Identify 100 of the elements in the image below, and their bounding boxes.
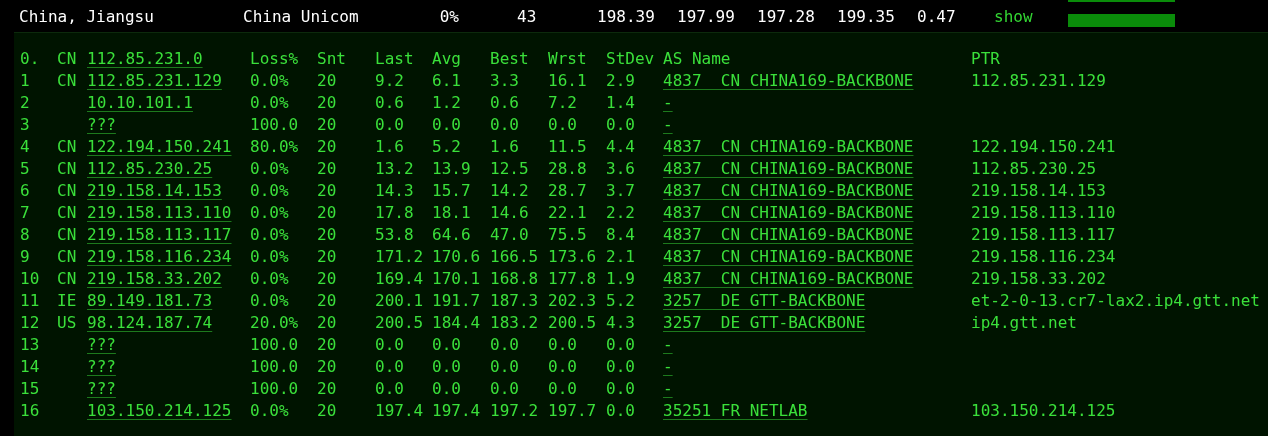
- table-cell-text: 0.0: [432, 356, 462, 376]
- table-cell-text: 197.4: [375, 400, 425, 420]
- loss-text: 0%: [439, 6, 460, 26]
- host-link[interactable]: 219.158.113.117: [87, 224, 232, 244]
- host-link[interactable]: ???: [87, 334, 116, 354]
- host-link[interactable]: 219.158.33.202: [87, 268, 222, 288]
- as-name-link[interactable]: 3257 DE GTT-BACKBONE: [663, 312, 866, 332]
- column-header: PTR: [971, 48, 1001, 68]
- host-link[interactable]: 219.158.14.153: [87, 180, 222, 200]
- table-cell-text: 18.1: [432, 202, 472, 222]
- as-name-link[interactable]: -: [663, 356, 673, 376]
- table-cell-text: 16.1: [548, 70, 588, 90]
- as-name-link[interactable]: 4837 CN CHINA169-BACKBONE: [663, 158, 914, 178]
- hop-index: 5: [20, 158, 31, 178]
- table-cell-text: 191.7: [432, 290, 482, 310]
- as-name-link[interactable]: 4837 CN CHINA169-BACKBONE: [663, 136, 914, 156]
- host-link[interactable]: 89.149.181.73: [87, 290, 213, 310]
- latency-value: 197.28: [757, 6, 816, 26]
- table-cell-text: 5.2: [606, 290, 636, 310]
- table-cell-text: 47.0: [490, 224, 530, 244]
- show-link[interactable]: show: [994, 6, 1068, 26]
- ptr-text: 112.85.230.25: [971, 158, 1097, 178]
- table-cell-text: 0.0%: [250, 290, 290, 310]
- as-name-link[interactable]: -: [663, 114, 673, 134]
- ptr-text: 219.158.113.117: [971, 224, 1116, 244]
- as-name-link[interactable]: -: [663, 378, 673, 398]
- as-name-link[interactable]: 4837 CN CHINA169-BACKBONE: [663, 224, 914, 244]
- country-code: CN: [57, 48, 78, 68]
- table-cell-text: 20: [317, 224, 338, 244]
- table-cell-text: 0.0: [490, 334, 520, 354]
- as-name-link[interactable]: 4837 CN CHINA169-BACKBONE: [663, 246, 914, 266]
- ptr-text: 219.158.14.153: [971, 180, 1106, 200]
- as-name-link[interactable]: 3257 DE GTT-BACKBONE: [663, 290, 866, 310]
- country-code: CN: [57, 70, 77, 90]
- host-link[interactable]: 103.150.214.125: [87, 400, 232, 420]
- table-cell-text: 0.0%: [250, 224, 290, 244]
- table-cell-text: 0.0%: [250, 158, 290, 178]
- table-cell-text: 3.7: [606, 180, 636, 200]
- as-name-link[interactable]: 4837 CN CHINA169-BACKBONE: [663, 180, 914, 200]
- ptr-text: 219.158.113.110: [971, 202, 1116, 222]
- hop-index: 13: [20, 334, 41, 354]
- hop-index: 9: [20, 246, 31, 266]
- table-cell-text: 177.8: [548, 268, 598, 288]
- table-cell-text: 0.0: [548, 356, 578, 376]
- table-cell-text: 0.0: [606, 356, 636, 376]
- table-cell-text: 7.2: [548, 92, 578, 112]
- table-cell-text: 200.5: [548, 312, 598, 332]
- hop-index: 16: [20, 400, 41, 420]
- table-cell-text: 100.0: [250, 114, 300, 134]
- column-header: AS Name: [663, 48, 732, 68]
- ptr-text: 112.85.231.129: [971, 70, 1106, 90]
- table-cell-text: 6.1: [432, 70, 462, 90]
- table-cell-text: 170.1: [432, 268, 482, 288]
- sent-count: 43: [517, 6, 538, 26]
- table-cell-text: 1.2: [432, 92, 462, 112]
- host-link[interactable]: 10.10.101.1: [87, 92, 193, 112]
- as-name-link[interactable]: 35251 FR NETLAB: [663, 400, 808, 420]
- host-link[interactable]: 112.85.231.0: [87, 48, 250, 68]
- latency-value: 197.99: [677, 6, 736, 26]
- latency-value: 199.35: [837, 6, 896, 26]
- table-cell-text: 0.0%: [250, 268, 290, 288]
- table-cell-text: 28.8: [548, 158, 588, 178]
- table-cell-text: 20: [317, 70, 338, 90]
- as-name-link[interactable]: -: [663, 92, 673, 112]
- table-cell-text: 20.0%: [250, 312, 300, 332]
- table-cell-text: 12.5: [490, 158, 530, 178]
- table-cell-text: 20: [317, 400, 338, 420]
- ptr-text: 103.150.214.125: [971, 400, 1116, 420]
- host-link[interactable]: 112.85.231.129: [87, 70, 222, 90]
- table-cell-text: 0.0: [548, 114, 578, 134]
- table-cell-text: 197.7: [548, 400, 598, 420]
- host-link[interactable]: 112.85.230.25: [87, 158, 213, 178]
- column-header: Best: [490, 48, 530, 68]
- table-cell-text: 53.8: [375, 224, 415, 244]
- table-cell-text: 0.0%: [250, 202, 290, 222]
- host-link[interactable]: ???: [87, 356, 116, 376]
- host-link[interactable]: ???: [87, 378, 116, 398]
- table-cell-text: 166.5: [490, 246, 540, 266]
- host-link[interactable]: 219.158.116.234: [87, 246, 232, 266]
- as-name-link[interactable]: 4837 CN CHINA169-BACKBONE: [663, 202, 914, 222]
- as-name-link[interactable]: -: [663, 334, 673, 354]
- host-link[interactable]: ???: [87, 114, 116, 134]
- table-cell-text: 14.2: [490, 180, 530, 200]
- hop-index: 8: [20, 224, 31, 244]
- table-cell-text: 75.5: [548, 224, 588, 244]
- country-code: CN: [57, 158, 77, 178]
- host-link[interactable]: 98.124.187.74: [87, 312, 213, 332]
- table-cell-text: 173.6: [548, 246, 598, 266]
- table-cell-text: 0.0: [432, 378, 462, 398]
- country-code: CN: [57, 202, 77, 222]
- table-cell-text: 17.8: [375, 202, 415, 222]
- table-cell-text: 2.2: [606, 202, 636, 222]
- as-name-link[interactable]: 4837 CN CHINA169-BACKBONE: [663, 268, 914, 288]
- ptr-text: 219.158.116.234: [971, 246, 1116, 266]
- table-cell-text: 80.0%: [250, 136, 300, 156]
- host-link[interactable]: 122.194.150.241: [87, 136, 232, 156]
- host-link[interactable]: 219.158.113.110: [87, 202, 232, 222]
- as-name-link[interactable]: 4837 CN CHINA169-BACKBONE: [663, 70, 914, 90]
- table-cell-text: 0.0: [490, 114, 520, 134]
- table-cell-text: 64.6: [432, 224, 472, 244]
